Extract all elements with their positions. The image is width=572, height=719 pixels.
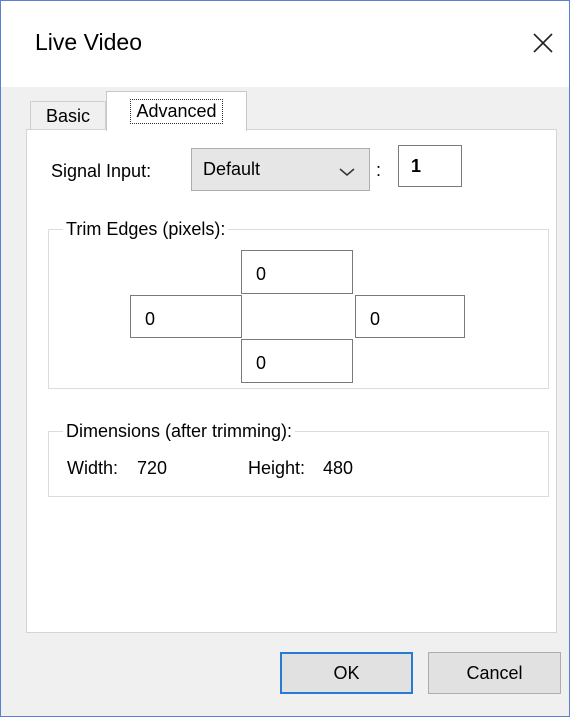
dialog-title: Live Video xyxy=(35,29,142,55)
width-value: 720 xyxy=(137,458,168,478)
trim-top-input[interactable]: 0 xyxy=(241,250,353,294)
title-bar: Live Video xyxy=(1,1,569,87)
height-label: Height: xyxy=(248,458,306,478)
trim-left-input[interactable]: 0 xyxy=(130,295,242,338)
signal-number-input[interactable]: 1 xyxy=(398,145,462,187)
tab-advanced-label: Advanced xyxy=(130,99,223,124)
tab-basic[interactable]: Basic xyxy=(30,101,106,130)
tab-basic-label: Basic xyxy=(45,105,90,126)
cancel-button[interactable]: Cancel xyxy=(428,652,561,694)
close-icon[interactable] xyxy=(527,27,559,59)
tab-advanced[interactable]: Advanced xyxy=(106,91,247,131)
ok-button[interactable]: OK xyxy=(280,652,413,694)
signal-separator: : xyxy=(376,160,382,180)
trim-right-input[interactable]: 0 xyxy=(355,295,465,338)
dimensions-title: Dimensions (after trimming): xyxy=(63,421,296,442)
width-label: Width: xyxy=(67,458,119,478)
chevron-down-icon xyxy=(339,162,355,183)
signal-input-value: Default xyxy=(203,159,261,179)
height-value: 480 xyxy=(323,458,354,478)
trim-bottom-input[interactable]: 0 xyxy=(241,339,353,383)
signal-input-select[interactable]: Default xyxy=(191,148,370,191)
trim-edges-title: Trim Edges (pixels): xyxy=(63,219,229,240)
signal-input-label: Signal Input: xyxy=(51,161,152,181)
